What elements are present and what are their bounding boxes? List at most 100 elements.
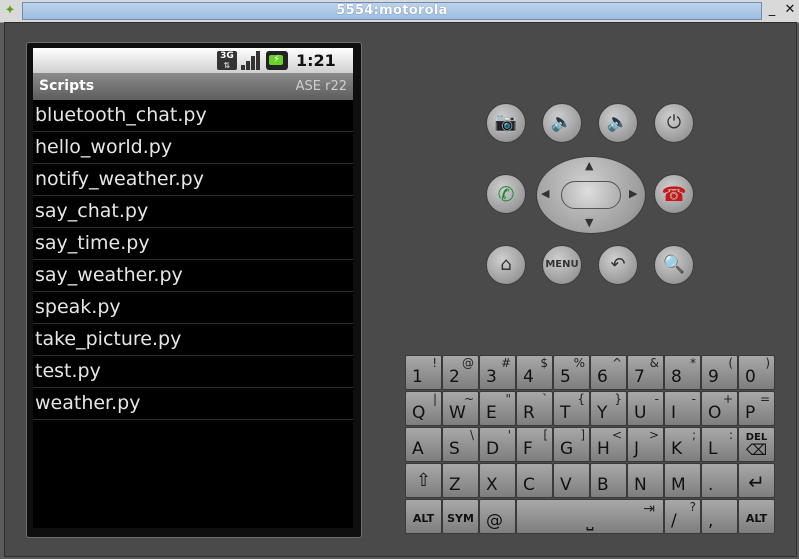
key-main-label: P xyxy=(745,403,756,423)
key-l[interactable]: L: xyxy=(701,427,738,462)
delete-key[interactable]: DEL ⌫ xyxy=(738,427,775,462)
key-s[interactable]: S \ xyxy=(442,427,479,462)
key-k[interactable]: K; xyxy=(664,427,701,462)
key-main-label: 5 xyxy=(560,367,571,387)
key-main-label: 0 xyxy=(745,367,756,387)
dpad-center-button[interactable] xyxy=(561,181,621,209)
key-n[interactable]: N xyxy=(627,463,664,498)
dpad-up-icon[interactable]: ▲ xyxy=(585,160,593,172)
key-p[interactable]: P = xyxy=(738,391,775,426)
key-alt-label: * xyxy=(690,356,696,370)
key-0[interactable]: 0) xyxy=(738,355,775,390)
script-item[interactable]: say_weather.py xyxy=(33,260,353,292)
script-item[interactable]: weather.py xyxy=(33,388,353,420)
enter-key[interactable]: ↵ xyxy=(738,463,775,498)
key-g[interactable]: G] xyxy=(553,427,590,462)
key-o[interactable]: O + xyxy=(701,391,738,426)
key-3[interactable]: 3 # xyxy=(479,355,516,390)
device-screen: 3G ⇅ ⚡ 1:21 PM Scripts ASE r22 xyxy=(33,48,353,528)
key-w[interactable]: W ~ xyxy=(442,391,479,426)
script-item[interactable]: take_picture.py xyxy=(33,324,353,356)
key-main-label: 6 xyxy=(597,367,608,387)
volume-down-button[interactable]: 🔉 xyxy=(542,103,582,143)
power-button[interactable]: ⏻ xyxy=(654,103,694,143)
key-main-label: M xyxy=(671,475,686,495)
key-u[interactable]: U- xyxy=(627,391,664,426)
key-m[interactable]: M xyxy=(664,463,701,498)
screen-title: Scripts xyxy=(39,78,95,94)
key-main-label: F xyxy=(523,439,533,459)
key-6[interactable]: 6 ^ xyxy=(590,355,627,390)
enter-icon: ↵ xyxy=(748,470,765,494)
minimize-button[interactable]: _ xyxy=(765,3,779,17)
shift-key[interactable]: ⇧ xyxy=(405,463,442,498)
key-x[interactable]: X xyxy=(479,463,516,498)
key-2[interactable]: 2 @ xyxy=(442,355,479,390)
script-item[interactable]: bluetooth_chat.py xyxy=(33,100,353,132)
key-1[interactable]: 1! xyxy=(405,355,442,390)
key-main-label: N xyxy=(634,475,647,495)
key-r[interactable]: R ` xyxy=(516,391,553,426)
end-call-button[interactable]: ☎ xyxy=(654,174,694,214)
shift-icon: ⇧ xyxy=(415,470,432,491)
home-icon: ⌂ xyxy=(500,254,512,275)
key-8[interactable]: 8 * xyxy=(664,355,701,390)
key-main-label: Q xyxy=(412,403,426,423)
camera-button[interactable]: 📷 xyxy=(486,103,526,143)
alt-key-right[interactable]: ALT xyxy=(738,499,775,534)
key-7[interactable]: 7 & xyxy=(627,355,664,390)
sym-key[interactable]: SYM xyxy=(442,499,479,534)
key-f[interactable]: F[ xyxy=(516,427,553,462)
key-alt-label: [ xyxy=(543,428,548,442)
volume-up-button[interactable]: 🔊 xyxy=(598,103,638,143)
dpad-left-icon[interactable]: ◀ xyxy=(541,188,549,200)
key-4[interactable]: 4 $ xyxy=(516,355,553,390)
script-item[interactable]: hello_world.py xyxy=(33,132,353,164)
menu-button[interactable]: MENU xyxy=(542,245,582,285)
key-z[interactable]: Z xyxy=(442,463,479,498)
key-i[interactable]: I- xyxy=(664,391,701,426)
key-d[interactable]: D ' xyxy=(479,427,516,462)
key-5[interactable]: 5% xyxy=(553,355,590,390)
key-slash[interactable]: /? xyxy=(664,499,701,534)
key-main-label: / xyxy=(671,511,677,531)
key-alt-label: - xyxy=(654,392,659,406)
key-main-label: W xyxy=(449,403,466,423)
key-y[interactable]: Y} xyxy=(590,391,627,426)
key-b[interactable]: B xyxy=(590,463,627,498)
script-item[interactable]: say_time.py xyxy=(33,228,353,260)
key-period[interactable]: . xyxy=(701,463,738,498)
key-c[interactable]: C xyxy=(516,463,553,498)
back-icon: ↶ xyxy=(610,254,626,275)
key-9[interactable]: 9( xyxy=(701,355,738,390)
script-item[interactable]: notify_weather.py xyxy=(33,164,353,196)
dpad-down-icon[interactable]: ▼ xyxy=(585,217,593,229)
key-q[interactable]: Q | xyxy=(405,391,442,426)
dpad-right-icon[interactable]: ▶ xyxy=(629,188,637,200)
key-main-label: I xyxy=(671,403,677,423)
key-t[interactable]: T{ xyxy=(553,391,590,426)
back-button[interactable]: ↶ xyxy=(598,245,638,285)
space-key[interactable]: ⎵ ⇥ xyxy=(516,499,664,534)
key-h[interactable]: H < xyxy=(590,427,627,462)
script-item[interactable]: test.py xyxy=(33,356,353,388)
home-button[interactable]: ⌂ xyxy=(486,245,526,285)
search-button[interactable]: 🔍 xyxy=(654,245,694,285)
key-v[interactable]: V xyxy=(553,463,590,498)
key-main-label: 4 xyxy=(523,367,534,387)
key-a[interactable]: A xyxy=(405,427,442,462)
volume-down-icon: 🔉 xyxy=(550,112,574,133)
dpad[interactable]: ▲ ▼ ◀ ▶ xyxy=(536,156,646,234)
key-at[interactable]: @ xyxy=(479,499,516,534)
script-item[interactable]: speak.py xyxy=(33,292,353,324)
key-e[interactable]: E " xyxy=(479,391,516,426)
key-comma[interactable]: , xyxy=(701,499,738,534)
close-button[interactable]: ✕ xyxy=(783,3,797,17)
alt-key-left[interactable]: ALT xyxy=(405,499,442,534)
script-name: say_weather.py xyxy=(35,264,183,286)
call-button[interactable]: ✆ xyxy=(486,174,526,214)
android-icon[interactable]: ✦ xyxy=(3,3,17,18)
script-item[interactable]: say_chat.py xyxy=(33,196,353,228)
key-j[interactable]: J > xyxy=(627,427,664,462)
key-main-label: E xyxy=(486,403,497,423)
